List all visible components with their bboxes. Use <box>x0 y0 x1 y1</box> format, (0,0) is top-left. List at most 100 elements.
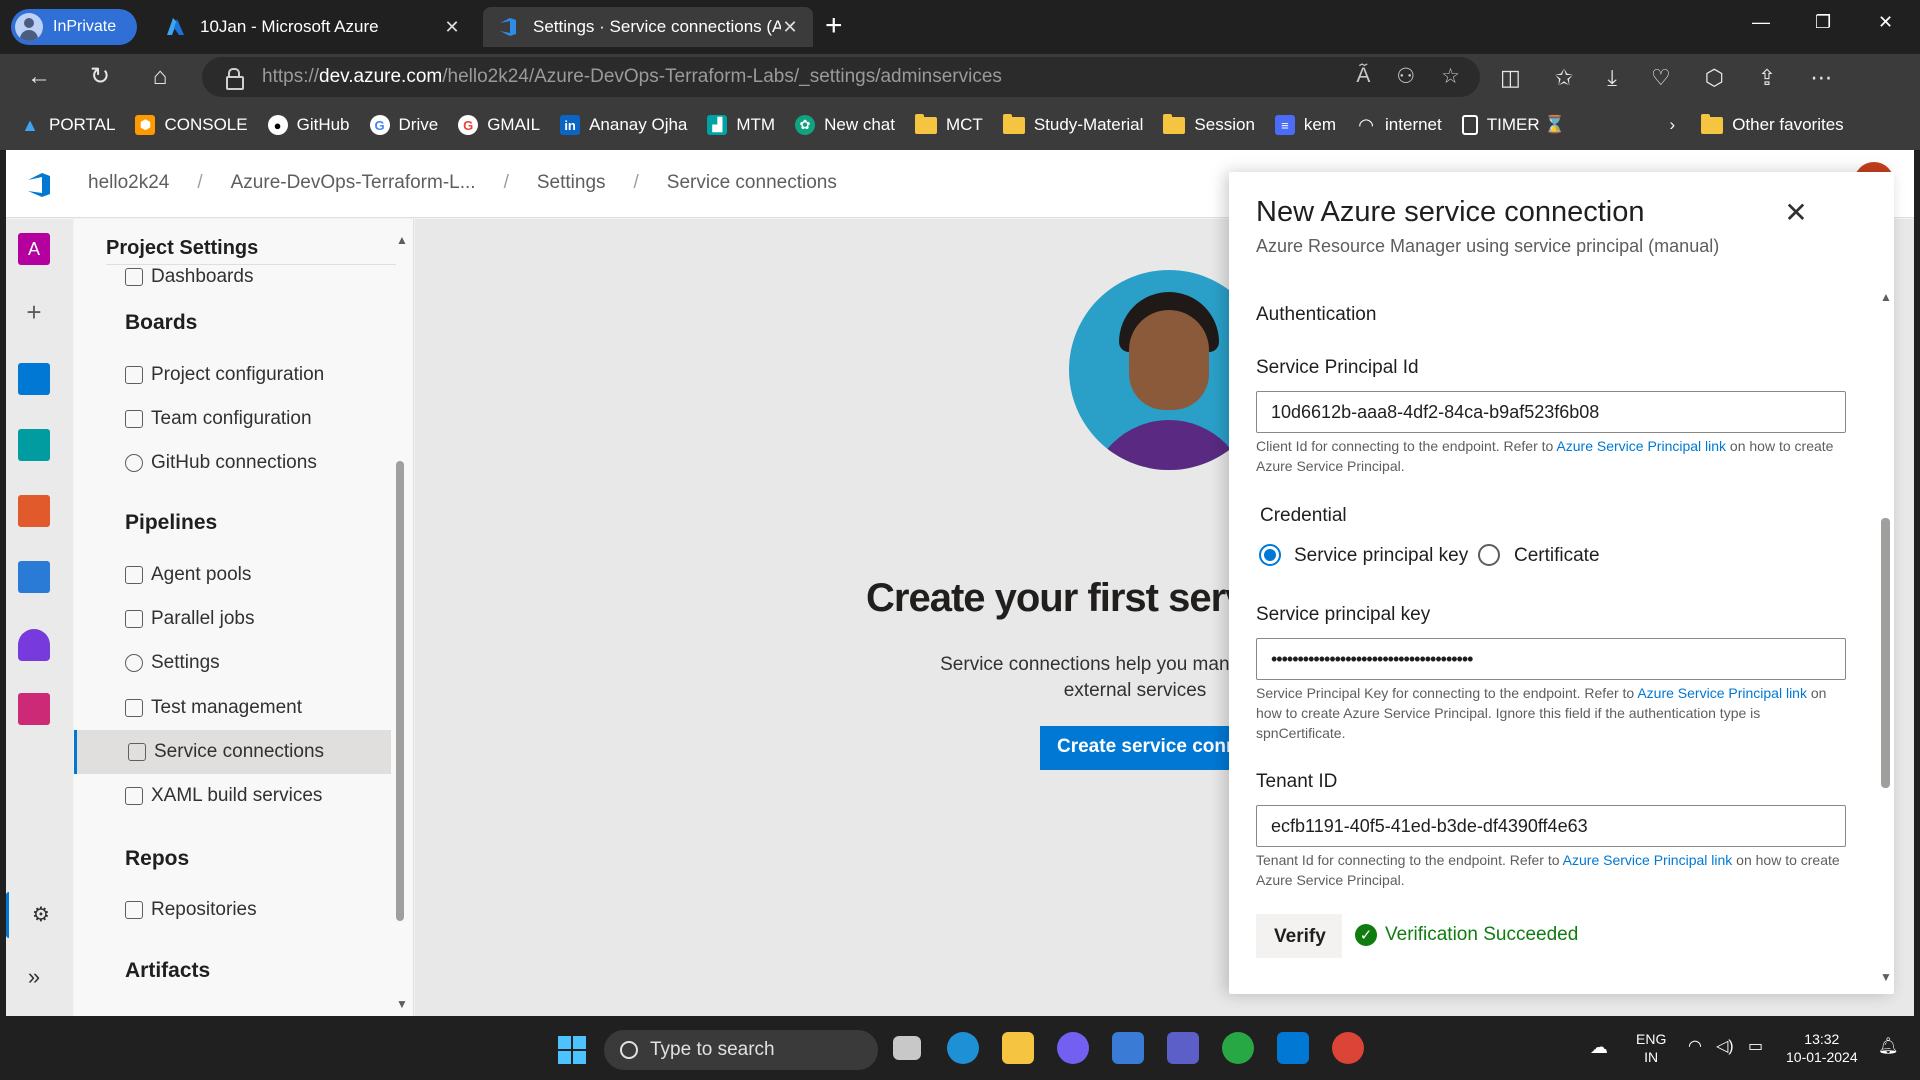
windows-start-icon[interactable] <box>558 1036 586 1064</box>
pipelines-icon[interactable] <box>18 561 50 593</box>
split-screen-icon[interactable]: ◫ <box>1500 65 1521 91</box>
radio-certificate[interactable] <box>1478 544 1500 566</box>
nav-item-settings[interactable]: Settings <box>125 641 395 685</box>
artifacts-icon[interactable] <box>18 693 50 725</box>
fav-mct[interactable]: MCT <box>914 113 983 135</box>
file-explorer-icon[interactable] <box>1002 1032 1034 1064</box>
browser-tab-azure[interactable]: 10Jan - Microsoft Azure ✕ <box>150 7 475 47</box>
notepad-icon[interactable] <box>1112 1032 1144 1064</box>
scroll-up-arrow-icon[interactable]: ▲ <box>1880 290 1892 304</box>
home-icon[interactable]: ⌂ <box>145 62 175 92</box>
new-tab-icon[interactable]: + <box>825 10 843 42</box>
expand-chevron-icon[interactable]: » <box>18 961 50 993</box>
project-settings-gear-icon[interactable]: ⚙ <box>6 892 73 938</box>
restore-icon[interactable]: ❐ <box>1815 12 1831 33</box>
battery-icon[interactable]: ▭ <box>1748 1038 1763 1056</box>
fav-session[interactable]: Session <box>1163 113 1255 135</box>
radio-service-principal-key[interactable] <box>1259 544 1281 566</box>
favorite-star-icon[interactable]: ☆ <box>1441 64 1460 89</box>
nav-item-parallel-jobs[interactable]: Parallel jobs <box>125 597 395 641</box>
nav-item-xaml-build-services[interactable]: XAML build services <box>125 774 395 818</box>
fav-internet[interactable]: ◠ internet <box>1356 115 1442 135</box>
vscode-icon[interactable] <box>1277 1032 1309 1064</box>
overview-icon[interactable] <box>18 363 50 395</box>
nav-item-team-configuration[interactable]: Team configuration <box>125 397 395 441</box>
boards-icon[interactable] <box>18 429 50 461</box>
close-icon[interactable]: ✕ <box>1782 199 1810 228</box>
fav-linkedin[interactable]: in Ananay Ojha <box>560 115 687 135</box>
address-bar[interactable]: https://dev.azure.com/hello2k24/Azure-De… <box>202 57 1480 97</box>
chrome-icon[interactable] <box>1332 1032 1364 1064</box>
volume-icon[interactable]: ◁) <box>1716 1038 1734 1056</box>
more-icon[interactable]: ⋯ <box>1810 65 1832 91</box>
project-avatar[interactable]: A <box>18 233 50 265</box>
extensions-icon[interactable]: ⬡ <box>1705 65 1724 91</box>
radio-certificate-label[interactable]: Certificate <box>1514 545 1600 567</box>
radio-service-principal-key-label[interactable]: Service principal key <box>1294 545 1468 567</box>
nav-scrollbar[interactable] <box>396 461 404 921</box>
fav-portal[interactable]: ▲ PORTAL <box>20 115 115 135</box>
fav-console[interactable]: ⬢ CONSOLE <box>135 115 248 135</box>
viber-icon[interactable] <box>1057 1032 1089 1064</box>
teams-icon[interactable] <box>1167 1032 1199 1064</box>
breadcrumb-org[interactable]: hello2k24 <box>88 172 169 194</box>
fav-other-favorites[interactable]: Other favorites <box>1701 113 1844 135</box>
lock-icon[interactable] <box>226 68 244 90</box>
download-icon[interactable]: ⤓ <box>1607 65 1617 91</box>
azure-service-principal-link[interactable]: Azure Service Principal link <box>1556 438 1726 454</box>
profile-sync-icon[interactable]: ⚇ <box>1396 64 1415 89</box>
clock[interactable]: 13:32 10-01-2024 <box>1786 1030 1858 1066</box>
share-icon[interactable]: ⇪ <box>1758 65 1776 91</box>
tenant-id-input[interactable]: ecfb1191-40f5-41ed-b3de-df4390ff4e63 <box>1256 805 1846 847</box>
azure-devops-logo-icon[interactable] <box>24 170 54 200</box>
breadcrumb-project[interactable]: Azure-DevOps-Terraform-L... <box>231 172 476 194</box>
azure-service-principal-link[interactable]: Azure Service Principal link <box>1563 852 1733 868</box>
notification-bell-icon[interactable]: 🔔︎ <box>1878 1038 1898 1056</box>
back-icon[interactable]: ← <box>24 62 54 92</box>
favorites-overflow-chevron-icon[interactable]: › <box>1670 115 1676 135</box>
fav-study-material[interactable]: Study-Material <box>1002 113 1143 135</box>
scroll-down-arrow-icon[interactable]: ▼ <box>396 997 408 1011</box>
read-aloud-icon[interactable]: A᷉ <box>1356 64 1370 89</box>
fav-new-chat[interactable]: ✿ New chat <box>795 115 895 135</box>
task-view-icon[interactable] <box>893 1036 921 1060</box>
scroll-up-arrow-icon[interactable]: ▲ <box>396 233 408 247</box>
breadcrumb-settings[interactable]: Settings <box>537 172 606 194</box>
refresh-icon[interactable]: ↻ <box>85 62 115 92</box>
fav-gmail[interactable]: G GMAIL <box>458 115 540 135</box>
edge-dev-icon[interactable] <box>1222 1032 1254 1064</box>
verify-button[interactable]: Verify <box>1256 914 1342 958</box>
nav-item-project-configuration[interactable]: Project configuration <box>125 353 395 397</box>
wifi-icon[interactable]: ◠ <box>1688 1038 1702 1056</box>
close-window-icon[interactable]: ✕ <box>1878 12 1893 33</box>
fav-drive[interactable]: G Drive <box>369 115 438 135</box>
breadcrumb-service-connections[interactable]: Service connections <box>667 172 837 194</box>
close-tab-icon[interactable]: ✕ <box>443 17 461 38</box>
edge-icon[interactable] <box>947 1032 979 1064</box>
fav-github[interactable]: ● GitHub <box>267 115 350 135</box>
inprivate-badge[interactable]: InPrivate <box>11 9 137 45</box>
browser-tab-settings[interactable]: Settings · Service connections (A ✕ <box>483 7 813 47</box>
scroll-down-arrow-icon[interactable]: ▼ <box>1880 970 1892 984</box>
taskbar-search[interactable]: Type to search <box>604 1030 878 1070</box>
fav-mtm[interactable]: ▟ MTM <box>707 115 775 135</box>
test-plans-icon[interactable] <box>18 629 50 661</box>
minimize-icon[interactable]: — <box>1752 12 1770 33</box>
azure-service-principal-link[interactable]: Azure Service Principal link <box>1637 685 1807 701</box>
nav-item-repositories[interactable]: Repositories <box>125 888 395 932</box>
onedrive-icon[interactable]: ☁ <box>1590 1038 1608 1056</box>
fav-timer[interactable]: TIMER ⌛ <box>1461 115 1566 135</box>
service-principal-id-input[interactable]: 10d6612b-aaa8-4df2-84ca-b9af523f6b08 <box>1256 391 1846 433</box>
nav-item-test-management[interactable]: Test management <box>125 686 395 730</box>
nav-item-agent-pools[interactable]: Agent pools <box>125 553 395 597</box>
favorites-icon[interactable]: ✩ <box>1555 65 1573 91</box>
nav-item-service-connections[interactable]: Service connections <box>74 730 391 774</box>
health-icon[interactable]: ♡ <box>1651 65 1671 91</box>
language-indicator[interactable]: ENG IN <box>1636 1030 1666 1066</box>
add-icon[interactable]: + <box>18 297 50 329</box>
repos-icon[interactable] <box>18 495 50 527</box>
service-principal-key-input[interactable]: •••••••••••••••••••••••••••••••••••••• <box>1256 638 1846 680</box>
close-tab-icon[interactable]: ✕ <box>781 17 799 38</box>
panel-scrollbar[interactable] <box>1881 518 1890 788</box>
nav-item-github-connections[interactable]: GitHub connections <box>125 441 395 485</box>
